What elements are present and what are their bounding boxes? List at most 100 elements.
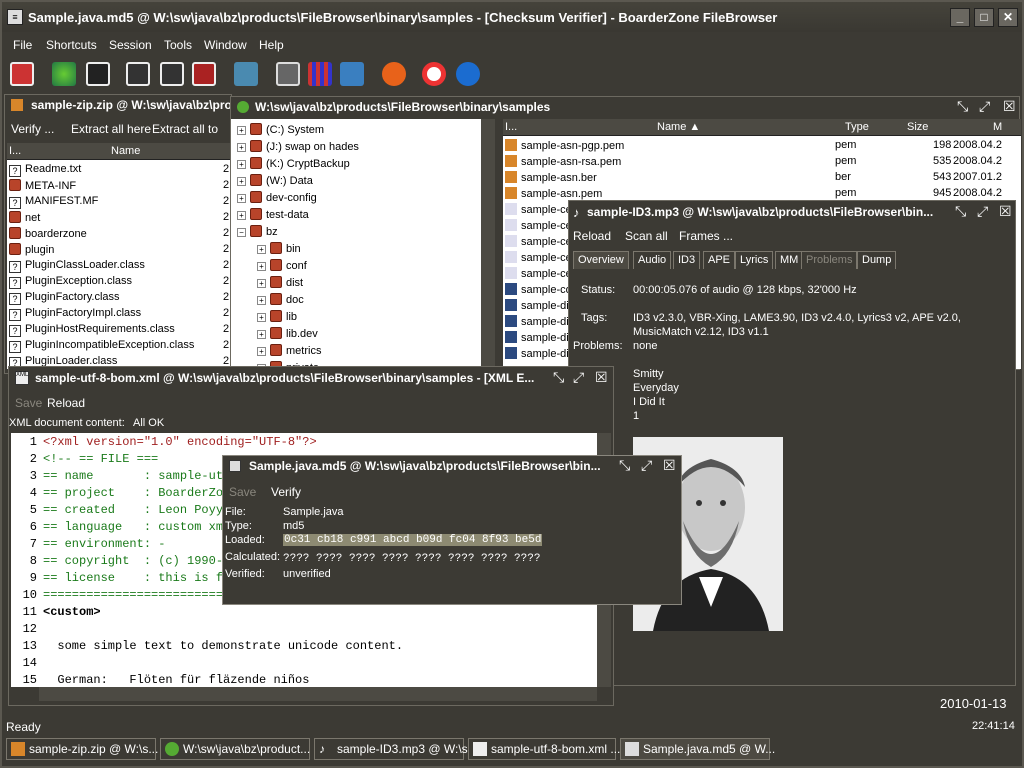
list-item[interactable]: META-INF 2 bbox=[9, 179, 229, 195]
expand-icon[interactable]: + bbox=[237, 177, 246, 186]
task-zip[interactable]: sample-zip.zip @ W:\s... bbox=[6, 738, 158, 760]
expand-icon[interactable]: + bbox=[257, 279, 266, 288]
list-item[interactable]: ? PluginHostRequirements.class 2 bbox=[9, 323, 229, 339]
expand-icon[interactable]: − bbox=[237, 228, 246, 237]
task-md5[interactable]: Sample.java.md5 @ W... bbox=[620, 738, 775, 760]
list-item[interactable]: ? MANIFEST.MF 2 bbox=[9, 195, 229, 211]
list-item[interactable]: ? PluginClassLoader.class 2 bbox=[9, 259, 229, 275]
tile-icon[interactable] bbox=[234, 62, 258, 86]
expand-icon[interactable]: + bbox=[237, 211, 246, 220]
list-item[interactable]: net 2 bbox=[9, 211, 229, 227]
edit-icon[interactable] bbox=[276, 62, 300, 86]
maximize-icon[interactable]: ⤢ bbox=[641, 457, 652, 474]
list-item[interactable]: ? PluginIncompatibleException.class 2 bbox=[9, 339, 229, 355]
tree-item[interactable]: + bin bbox=[257, 242, 301, 259]
expand-icon[interactable]: + bbox=[257, 347, 266, 356]
maximize-icon[interactable]: ⤢ bbox=[977, 203, 988, 220]
list-item[interactable]: ? PluginFactoryImpl.class 2 bbox=[9, 307, 229, 323]
tab-lyrics[interactable]: Lyrics bbox=[735, 251, 774, 269]
expand-icon[interactable]: + bbox=[237, 143, 246, 152]
tab-mm[interactable]: MM bbox=[775, 251, 804, 269]
loaded-value[interactable]: 0c31 cb18 c991 abcd b09d fc04 8f93 be5d bbox=[283, 534, 543, 546]
expand-icon[interactable]: + bbox=[257, 262, 266, 271]
menu-session[interactable]: Session bbox=[109, 38, 152, 52]
expand-icon[interactable]: + bbox=[257, 313, 266, 322]
restore-icon[interactable]: ⤡ bbox=[619, 457, 630, 474]
tree-item[interactable]: − bz bbox=[237, 225, 278, 242]
close-icon[interactable]: ☒ bbox=[1003, 98, 1016, 115]
menu-help[interactable]: Help bbox=[259, 38, 284, 52]
menu-shortcuts[interactable]: Shortcuts bbox=[46, 38, 97, 52]
verify-button[interactable]: Verify bbox=[271, 485, 301, 499]
minimize-button[interactable]: _ bbox=[950, 8, 970, 27]
maximize-icon[interactable]: ⤢ bbox=[573, 369, 584, 386]
close-icon[interactable]: ☒ bbox=[663, 457, 676, 474]
extract-all-here-button[interactable]: Extract all here bbox=[71, 122, 151, 136]
task-browser[interactable]: W:\sw\java\bz\product... bbox=[160, 738, 310, 760]
menu-file[interactable]: File bbox=[13, 38, 32, 52]
list-item[interactable]: ? PluginFactory.class 2 bbox=[9, 291, 229, 307]
reload-button[interactable]: Reload bbox=[47, 396, 85, 410]
window-download-icon[interactable] bbox=[192, 62, 216, 86]
tree-item[interactable]: + dist bbox=[257, 276, 303, 293]
table-row[interactable]: sample-asn-pgp.pem pem 198 2008.04.2 bbox=[505, 139, 1021, 155]
tab-dump[interactable]: Dump bbox=[857, 251, 897, 269]
col-modified[interactable]: M bbox=[993, 121, 1002, 133]
col-i[interactable]: I... bbox=[505, 121, 517, 133]
tree-item[interactable]: + (W:) Data bbox=[237, 174, 313, 191]
exit-icon[interactable] bbox=[10, 62, 34, 86]
tree-scrollbar[interactable] bbox=[481, 119, 495, 369]
window-restore-icon[interactable] bbox=[126, 62, 150, 86]
folder-icon[interactable] bbox=[340, 62, 364, 86]
tree-item[interactable]: + (C:) System bbox=[237, 123, 324, 140]
table-row[interactable]: sample-asn-rsa.pem pem 535 2008.04.2 bbox=[505, 155, 1021, 171]
expand-icon[interactable]: + bbox=[237, 126, 246, 135]
reload-button[interactable]: Reload bbox=[573, 229, 611, 243]
task-mp3[interactable]: ♪ sample-ID3.mp3 @ W:\s... bbox=[314, 738, 478, 760]
task-xml[interactable]: sample-utf-8-bom.xml ... bbox=[468, 738, 620, 760]
col-type[interactable]: Type bbox=[845, 121, 869, 133]
tree-item[interactable]: + dev-config bbox=[237, 191, 317, 208]
info-icon[interactable] bbox=[456, 62, 480, 86]
tree-item[interactable]: + lib bbox=[257, 310, 297, 327]
table-row[interactable]: sample-asn.ber ber 543 2007.01.2 bbox=[505, 171, 1021, 187]
list-item[interactable]: plugin 2 bbox=[9, 243, 229, 259]
col-size[interactable]: Size bbox=[907, 121, 928, 133]
tab-audio[interactable]: Audio bbox=[633, 251, 672, 269]
xml-hscroll[interactable] bbox=[39, 687, 597, 701]
window-minimize-icon[interactable] bbox=[160, 62, 184, 86]
tab-id3[interactable]: ID3 bbox=[673, 251, 701, 269]
tree-item[interactable]: + (J:) swap on hades bbox=[237, 140, 359, 157]
scan-all-button[interactable]: Scan all bbox=[625, 229, 668, 243]
maximize-button[interactable]: □ bbox=[974, 8, 994, 27]
expand-icon[interactable]: + bbox=[257, 296, 266, 305]
expand-icon[interactable]: + bbox=[237, 160, 246, 169]
frames-button[interactable]: Frames ... bbox=[679, 229, 733, 243]
col-name[interactable]: Name ▲ bbox=[657, 121, 700, 133]
tab-problems[interactable]: Problems bbox=[801, 251, 858, 269]
restore-icon[interactable]: ⤡ bbox=[553, 369, 564, 386]
window-icon[interactable] bbox=[86, 62, 110, 86]
tree-icon[interactable] bbox=[52, 62, 76, 86]
list-item[interactable]: boarderzone 2 bbox=[9, 227, 229, 243]
tree-item[interactable]: + (K:) CryptBackup bbox=[237, 157, 350, 174]
menu-tools[interactable]: Tools bbox=[164, 38, 192, 52]
restore-icon[interactable]: ⤡ bbox=[957, 98, 968, 115]
expand-icon[interactable]: + bbox=[257, 245, 266, 254]
expand-icon[interactable]: + bbox=[257, 330, 266, 339]
maximize-icon[interactable]: ⤢ bbox=[979, 98, 990, 115]
save-button[interactable]: Save bbox=[229, 485, 256, 499]
restore-icon[interactable]: ⤡ bbox=[955, 203, 966, 220]
tree-item[interactable]: + test-data bbox=[237, 208, 309, 225]
col-name[interactable]: Name bbox=[111, 145, 140, 157]
tree-item[interactable]: + lib.dev bbox=[257, 327, 318, 344]
list-item[interactable]: ? Readme.txt 2 bbox=[9, 163, 229, 179]
grid-icon[interactable] bbox=[308, 62, 332, 86]
col-i[interactable]: I... bbox=[9, 145, 21, 157]
tree-item[interactable]: + metrics bbox=[257, 344, 321, 361]
close-button[interactable]: ✕ bbox=[998, 8, 1018, 27]
tab-ape[interactable]: APE bbox=[703, 251, 736, 269]
save-button[interactable]: Save bbox=[15, 396, 42, 410]
tree-item[interactable]: + doc bbox=[257, 293, 304, 310]
close-icon[interactable]: ☒ bbox=[999, 203, 1012, 220]
